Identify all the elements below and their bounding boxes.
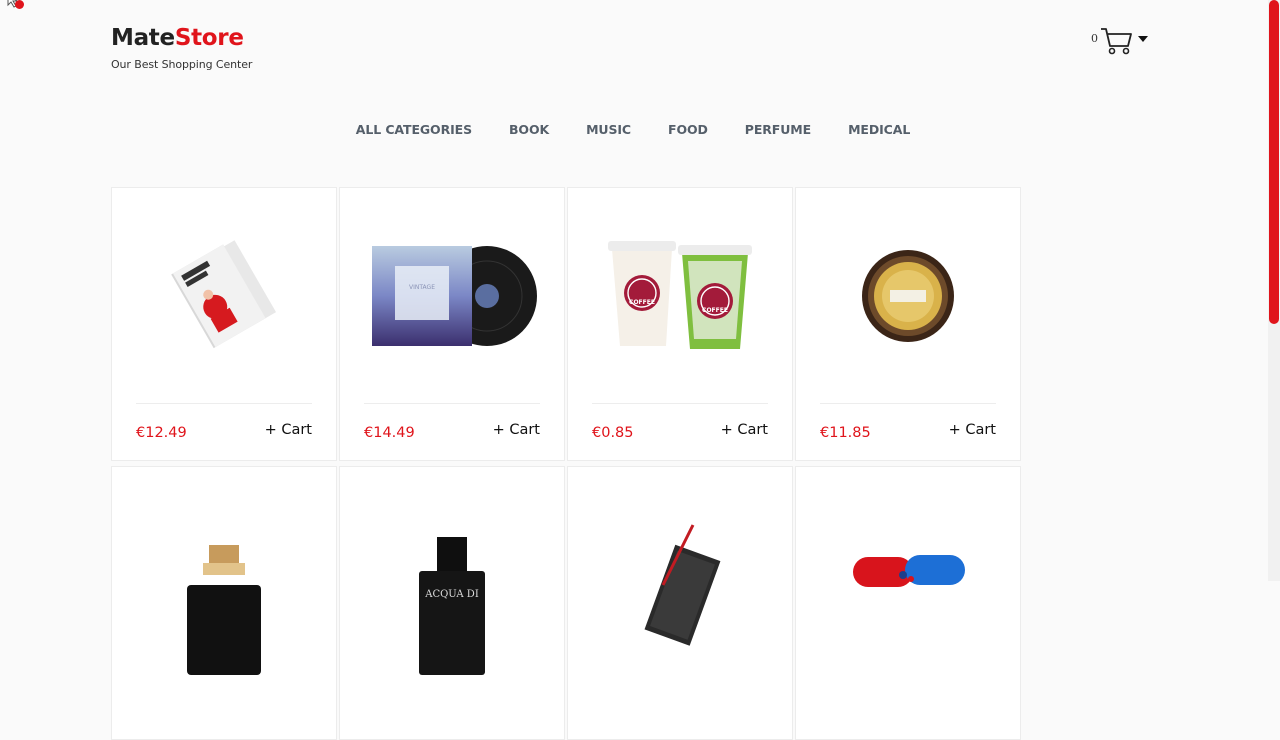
cart-count: 0 <box>1091 31 1098 45</box>
card-divider <box>136 403 312 404</box>
book-mockup-image[interactable] <box>149 221 299 371</box>
coffee-label: COFFEE <box>702 307 728 314</box>
add-to-cart-button[interactable]: + Cart <box>721 422 768 438</box>
click-indicator <box>15 0 24 9</box>
category-nav: ALL CATEGORIES BOOK MUSIC FOOD PERFUME M… <box>0 122 1268 137</box>
product-card[interactable] <box>111 466 337 740</box>
scrollbar-track[interactable] <box>1268 0 1280 581</box>
product-card[interactable]: VINTAGE €14.49 + Cart <box>339 187 565 461</box>
add-to-cart-button[interactable]: + Cart <box>493 422 540 438</box>
vinyl-title: VINTAGE <box>409 284 435 291</box>
scrollbar-thumb[interactable] <box>1269 0 1279 324</box>
brand-name: MateStore <box>111 25 244 51</box>
perfume-bottle-gold-image[interactable] <box>169 475 279 675</box>
card-divider <box>820 403 996 404</box>
site-logo[interactable]: MateStore Our Best Shopping Center <box>111 24 252 71</box>
product-card[interactable]: €11.85 + Cart <box>795 187 1021 461</box>
nav-item-music[interactable]: MUSIC <box>586 122 631 137</box>
nav-item-perfume[interactable]: PERFUME <box>745 122 811 137</box>
brand-tagline: Our Best Shopping Center <box>111 58 253 71</box>
cart-dropdown[interactable]: 0 <box>1091 26 1148 56</box>
product-card[interactable] <box>567 466 793 740</box>
card-divider <box>364 403 540 404</box>
nav-item-book[interactable]: BOOK <box>509 122 549 137</box>
nav-item-all-categories[interactable]: ALL CATEGORIES <box>356 122 472 137</box>
capsule-pills-image[interactable] <box>843 475 973 675</box>
product-price: €0.85 <box>592 425 634 441</box>
nav-item-food[interactable]: FOOD <box>668 122 708 137</box>
product-price: €11.85 <box>820 425 871 441</box>
product-grid: €12.49 + Cart VINTAGE €14.49 + Cart COFF… <box>111 187 1021 740</box>
add-to-cart-button[interactable]: + Cart <box>949 422 996 438</box>
chevron-down-icon[interactable] <box>1138 36 1148 42</box>
product-card[interactable]: €12.49 + Cart <box>111 187 337 461</box>
perfume-label: ACQUA DI <box>424 589 479 600</box>
card-divider <box>592 403 768 404</box>
chocolate-praline-image[interactable] <box>858 246 958 346</box>
nav-item-medical[interactable]: MEDICAL <box>848 122 910 137</box>
product-price: €12.49 <box>136 425 187 441</box>
perfume-bottle-black-image[interactable]: ACQUA DI <box>397 475 507 675</box>
vinyl-record-image[interactable]: VINTAGE <box>367 241 537 351</box>
shopping-cart-icon[interactable] <box>1100 26 1134 56</box>
coffee-label: COFFEE <box>629 299 655 306</box>
product-card[interactable]: COFFEE COFFEE €0.85 + Cart <box>567 187 793 461</box>
product-card[interactable] <box>795 466 1021 740</box>
add-to-cart-button[interactable]: + Cart <box>265 422 312 438</box>
notebook-pen-image[interactable] <box>625 475 735 675</box>
product-card[interactable]: ACQUA DI <box>339 466 565 740</box>
coffee-cups-image[interactable]: COFFEE COFFEE <box>600 231 760 361</box>
product-price: €14.49 <box>364 425 415 441</box>
